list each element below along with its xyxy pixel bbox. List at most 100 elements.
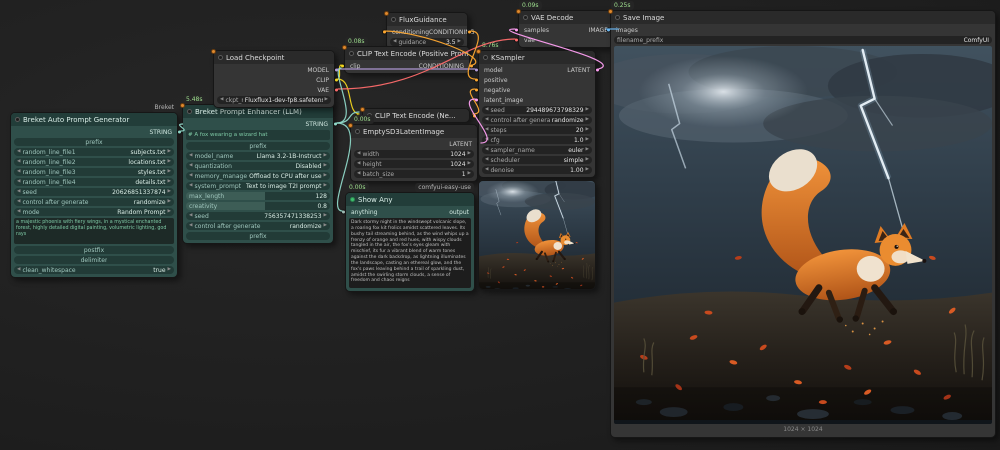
widget-row[interactable]: ◀ sampler_name euler ▶: [482, 146, 592, 154]
node-header[interactable]: CLIP Text Encode (Positive Prompt): [345, 47, 469, 60]
collapse-toggle-icon[interactable]: [187, 109, 192, 114]
widget-row[interactable]: ◀ steps 20 ▶: [482, 126, 592, 134]
increment-icon[interactable]: ▶: [324, 182, 327, 190]
decrement-icon[interactable]: ◀: [17, 198, 20, 206]
widget-row[interactable]: ◀ batch_size 1 ▶: [354, 170, 474, 178]
decrement-icon[interactable]: ◀: [393, 38, 396, 46]
collapse-toggle-icon[interactable]: [355, 129, 360, 134]
node-ksampler[interactable]: 8.76s KSampler model LATENT pos: [478, 50, 596, 178]
latent-image-input-port[interactable]: [474, 98, 479, 103]
node-preview-image[interactable]: [478, 180, 596, 290]
widget-row[interactable]: ◀ random_line_file4 details.txt ▶: [14, 178, 174, 186]
model-output-port[interactable]: [334, 68, 339, 73]
decrement-icon[interactable]: ◀: [485, 166, 488, 174]
decrement-icon[interactable]: ◀: [357, 160, 360, 168]
increment-icon[interactable]: ▶: [586, 106, 589, 114]
decrement-icon[interactable]: ◀: [17, 208, 20, 216]
widget-row[interactable]: ◀ model_name Llama 3.2-1B-Instruct ▶: [186, 152, 330, 160]
clip-output-port[interactable]: [334, 78, 339, 83]
widget-row[interactable]: ◀ delimiter ▶: [14, 256, 174, 264]
decrement-icon[interactable]: ◀: [189, 182, 192, 190]
string-output-port[interactable]: [333, 122, 338, 127]
samples-input-port[interactable]: [514, 28, 519, 33]
decrement-icon[interactable]: ◀: [189, 152, 192, 160]
node-header[interactable]: KSampler: [479, 51, 595, 64]
widget-row[interactable]: ◀ seed 20626851337874 ▶: [14, 188, 174, 196]
decrement-icon[interactable]: ◀: [485, 146, 488, 154]
increment-icon[interactable]: ▶: [458, 38, 461, 46]
clip-input-port[interactable]: [340, 64, 345, 69]
node-show-any[interactable]: 0.00s comfyui-easy-use Show Any anything…: [345, 192, 475, 292]
collapse-toggle-icon[interactable]: [391, 17, 396, 22]
show-any-textarea[interactable]: Dark stormy night in the windswept volca…: [349, 218, 471, 288]
decrement-icon[interactable]: ◀: [17, 168, 20, 176]
collapse-toggle-icon[interactable]: [367, 113, 372, 118]
increment-icon[interactable]: ▶: [586, 136, 589, 144]
decrement-icon[interactable]: ◀: [485, 156, 488, 164]
increment-icon[interactable]: ▶: [586, 126, 589, 134]
conditioning-output-port[interactable]: [467, 30, 472, 35]
decrement-icon[interactable]: ◀: [357, 150, 360, 158]
images-input-port[interactable]: [606, 28, 611, 33]
decrement-icon[interactable]: ◀: [485, 126, 488, 134]
widget-row[interactable]: ◀ ckpt_name Fluxflux1-dev-fp8.safetensor…: [217, 96, 331, 104]
increment-icon[interactable]: ▶: [324, 212, 327, 220]
widget-row[interactable]: ◀ system_prompt Text to image T2I prompt…: [186, 182, 330, 190]
increment-icon[interactable]: ▶: [168, 266, 171, 274]
decrement-icon[interactable]: ◀: [485, 136, 488, 144]
decrement-icon[interactable]: ◀: [189, 172, 192, 180]
decrement-icon[interactable]: ◀: [189, 222, 192, 230]
widget-row[interactable]: ◀ width 1024 ▶: [354, 150, 474, 158]
decrement-icon[interactable]: ◀: [189, 162, 192, 170]
node-load-checkpoint[interactable]: Load Checkpoint MODEL CLIP VAE: [213, 50, 335, 108]
negative-input-port[interactable]: [474, 88, 479, 93]
increment-icon[interactable]: ▶: [586, 146, 589, 154]
node-flux-guidance[interactable]: FluxGuidance conditioning CONDITIONING ◀: [386, 12, 468, 50]
increment-icon[interactable]: ▶: [324, 222, 327, 230]
model-input-port[interactable]: [474, 68, 479, 73]
decrement-icon[interactable]: ◀: [485, 106, 488, 114]
prompt-textarea[interactable]: a majestic phoenix with fiery wings, in …: [14, 218, 174, 244]
increment-icon[interactable]: ▶: [586, 166, 589, 174]
node-header[interactable]: EmptySD3LatentImage: [351, 125, 477, 138]
widget-row[interactable]: ◀ random_line_file3 styles.txt ▶: [14, 168, 174, 176]
collapse-toggle-icon[interactable]: [218, 55, 223, 60]
increment-icon[interactable]: ▶: [468, 160, 471, 168]
widget-row[interactable]: ◀ scheduler simple ▶: [482, 156, 592, 164]
latent-output-port[interactable]: [595, 68, 600, 73]
node-header[interactable]: Show Any: [346, 193, 474, 206]
widget-row[interactable]: ◀ random_line_file1 subjects.txt ▶: [14, 148, 174, 156]
widget-row[interactable]: ◀ denoise 1.00 ▶: [482, 166, 592, 174]
increment-icon[interactable]: ▶: [168, 198, 171, 206]
widget-row[interactable]: ◀ height 1024 ▶: [354, 160, 474, 168]
increment-icon[interactable]: ▶: [468, 150, 471, 158]
increment-icon[interactable]: ▶: [586, 116, 589, 124]
decrement-icon[interactable]: ◀: [485, 116, 488, 124]
decrement-icon[interactable]: ◀: [220, 96, 223, 104]
node-header[interactable]: FluxGuidance: [387, 13, 467, 26]
widget-row[interactable]: ◀ quantization Disabled ▶: [186, 162, 330, 170]
decrement-icon[interactable]: ◀: [357, 170, 360, 178]
increment-icon[interactable]: ▶: [168, 168, 171, 176]
widget-row[interactable]: ◀ memory_management Offload to CPU after…: [186, 172, 330, 180]
widget-row[interactable]: ◀ prefix ▶: [14, 138, 174, 146]
widget-row[interactable]: ◀ control after generate randomize ▶: [14, 198, 174, 206]
increment-icon[interactable]: ▶: [468, 170, 471, 178]
increment-icon[interactable]: ▶: [324, 172, 327, 180]
conditioning-output-port[interactable]: [469, 64, 474, 69]
increment-icon[interactable]: ▶: [168, 188, 171, 196]
node-clip-text-encode-negative[interactable]: CLIP Text Encode (Ne...: [362, 108, 470, 122]
widget-row[interactable]: ◀ seed 756357471338253 ▶: [186, 212, 330, 220]
widget-row[interactable]: ◀ postfix ▶: [14, 246, 174, 254]
collapse-toggle-icon[interactable]: [615, 15, 620, 20]
decrement-icon[interactable]: ◀: [17, 188, 20, 196]
widget-row[interactable]: ◀ control after generate randomize ▶: [186, 222, 330, 230]
node-header[interactable]: Breket Auto Prompt Generator: [11, 113, 177, 126]
decrement-icon[interactable]: ◀: [17, 158, 20, 166]
widget-row[interactable]: ◀ seed 294489673798329 ▶: [482, 106, 592, 114]
node-header[interactable]: VAE Decode: [519, 11, 613, 24]
decrement-icon[interactable]: ◀: [17, 178, 20, 186]
node-header[interactable]: Load Checkpoint: [214, 51, 334, 64]
increment-icon[interactable]: ▶: [586, 156, 589, 164]
collapse-toggle-icon[interactable]: [483, 55, 488, 60]
